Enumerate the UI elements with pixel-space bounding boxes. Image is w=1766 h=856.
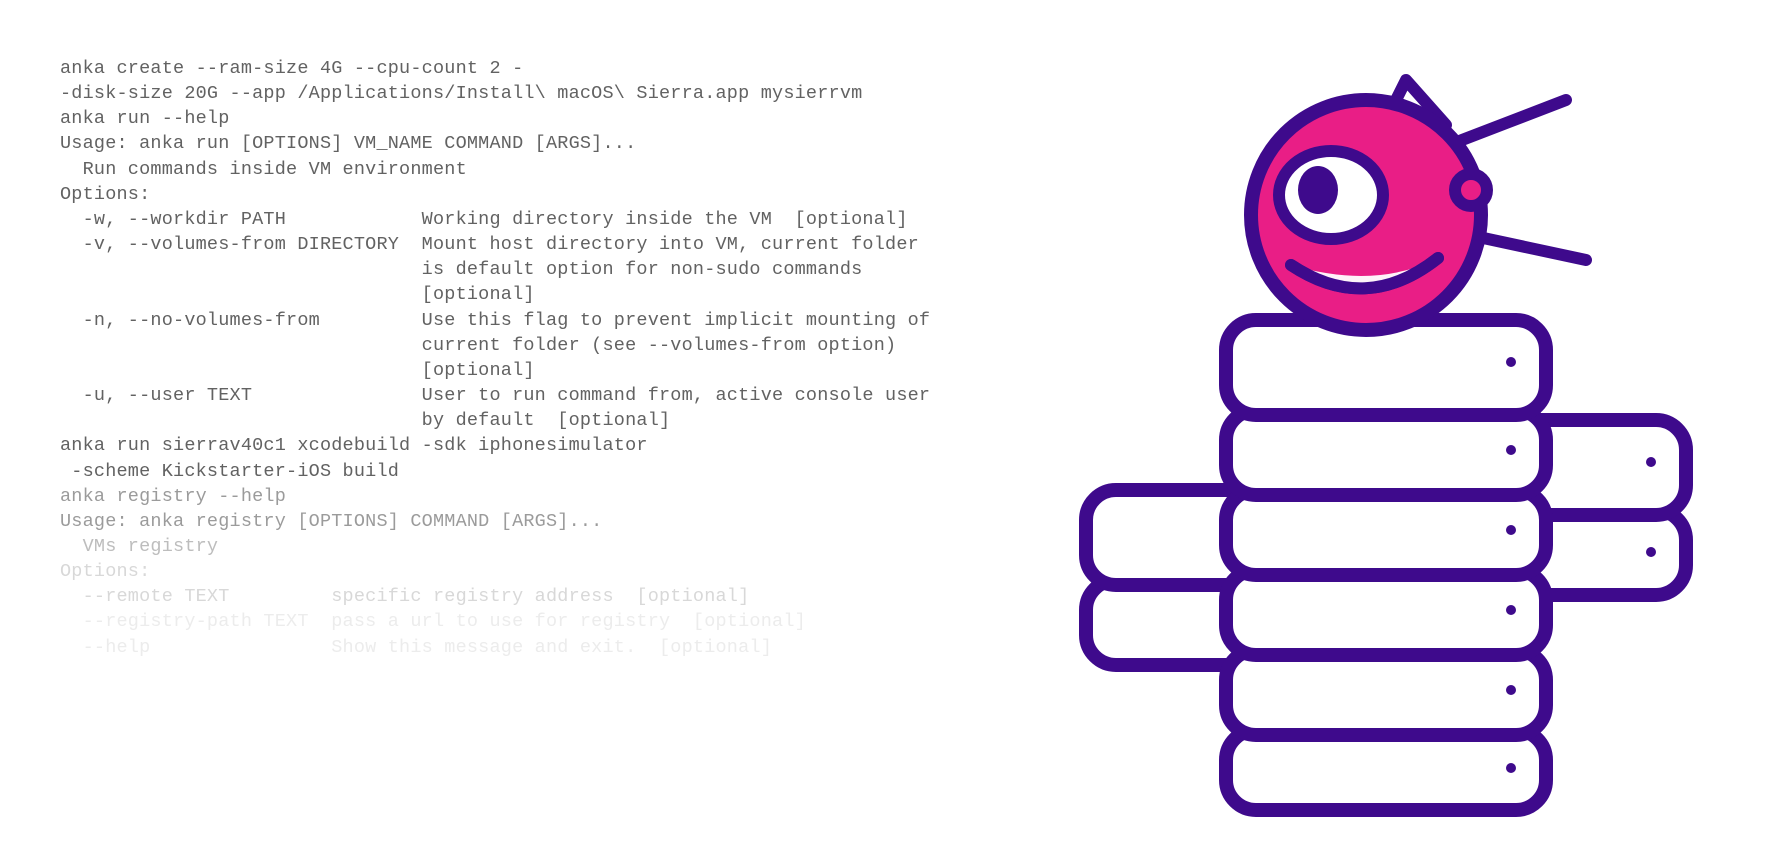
terminal-line: Usage: anka registry [OPTIONS] COMMAND [… [60, 509, 960, 534]
terminal-line: VMs registry [60, 534, 960, 559]
terminal-line: anka run --help [60, 106, 960, 131]
terminal-line: --help Show this message and exit. [opti… [60, 635, 960, 660]
terminal-line: Options: [60, 559, 960, 584]
terminal-line: anka registry --help [60, 484, 960, 509]
mascot-server-illustration [1066, 40, 1706, 820]
terminal-line: -u, --user TEXT User to run command from… [60, 383, 960, 408]
mascot-icon [1251, 80, 1586, 330]
terminal-line: -w, --workdir PATH Working directory ins… [60, 207, 960, 232]
terminal-line: --registry-path TEXT pass a url to use f… [60, 609, 960, 634]
terminal-line: --remote TEXT specific registry address … [60, 584, 960, 609]
terminal-line: by default [optional] [60, 408, 960, 433]
terminal-line: -disk-size 20G --app /Applications/Insta… [60, 81, 960, 106]
terminal-line: -scheme Kickstarter-iOS build [60, 459, 960, 484]
terminal-line: is default option for non-sudo commands [60, 257, 960, 282]
terminal-line: -n, --no-volumes-from Use this flag to p… [60, 308, 960, 333]
server-stack-icon [1066, 40, 1706, 820]
terminal-line: [optional] [60, 282, 960, 307]
terminal-line: Usage: anka run [OPTIONS] VM_NAME COMMAN… [60, 131, 960, 156]
terminal-line: Options: [60, 182, 960, 207]
terminal-line: current folder (see --volumes-from optio… [60, 333, 960, 358]
terminal-line: anka run sierrav40c1 xcodebuild -sdk iph… [60, 433, 960, 458]
terminal-output: anka create --ram-size 4G --cpu-count 2 … [60, 56, 960, 660]
terminal-line: Run commands inside VM environment [60, 157, 960, 182]
terminal-line: -v, --volumes-from DIRECTORY Mount host … [60, 232, 960, 257]
terminal-line: [optional] [60, 358, 960, 383]
terminal-line: anka create --ram-size 4G --cpu-count 2 … [60, 56, 960, 81]
